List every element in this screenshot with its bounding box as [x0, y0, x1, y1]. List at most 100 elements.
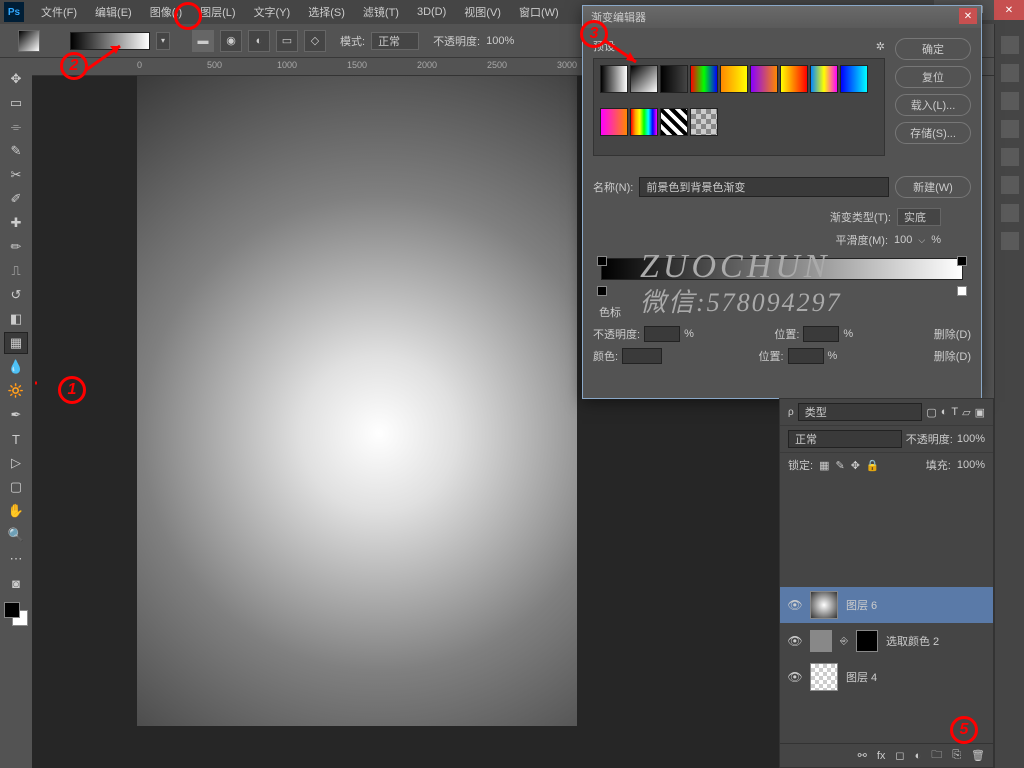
pen-tool[interactable]: ✒: [4, 404, 28, 426]
layer-opacity-value[interactable]: 100%: [957, 433, 985, 445]
layer-row[interactable]: 👁 图层 6: [780, 587, 993, 623]
quick-mask[interactable]: ◙: [4, 572, 28, 594]
stop-color-input[interactable]: [622, 348, 662, 364]
angle-gradient-icon[interactable]: ◐: [248, 30, 270, 52]
preset-swatch[interactable]: [630, 108, 658, 136]
visibility-icon[interactable]: 👁: [788, 634, 802, 648]
marquee-tool[interactable]: ▭: [4, 92, 28, 114]
path-select-tool[interactable]: ▷: [4, 452, 28, 474]
panel-icon[interactable]: [1001, 92, 1019, 110]
stop-position-input[interactable]: [788, 348, 824, 364]
layer-name[interactable]: 图层 4: [846, 669, 877, 685]
rectangle-tool[interactable]: ▢: [4, 476, 28, 498]
move-tool[interactable]: ✥: [4, 68, 28, 90]
stop-opacity-input[interactable]: [644, 326, 680, 342]
preset-swatch[interactable]: [720, 65, 748, 93]
save-button[interactable]: 存储(S)...: [895, 122, 971, 144]
preset-swatch[interactable]: [810, 65, 838, 93]
filter-smart-icon[interactable]: ▣: [975, 406, 985, 419]
close-button[interactable]: ✕: [994, 0, 1024, 20]
layer-thumbnail[interactable]: [810, 663, 838, 691]
gradient-type-select[interactable]: 实底: [897, 208, 941, 226]
zoom-tool[interactable]: 🔍: [4, 524, 28, 546]
color-swatches[interactable]: [4, 602, 28, 626]
adjustment-icon[interactable]: ◐: [915, 750, 922, 762]
color-stop[interactable]: [597, 286, 607, 296]
link-layers-icon[interactable]: ⚯: [858, 749, 867, 762]
fx-icon[interactable]: fx: [877, 750, 886, 762]
menu-window[interactable]: 窗口(W): [510, 4, 568, 20]
gradient-bar-editor[interactable]: [593, 258, 971, 294]
layer-name[interactable]: 图层 6: [846, 597, 877, 613]
layer-thumbnail[interactable]: [810, 591, 838, 619]
menu-filter[interactable]: 滤镜(T): [354, 4, 408, 20]
fill-value[interactable]: 100%: [957, 459, 985, 471]
history-brush-tool[interactable]: ↺: [4, 284, 28, 306]
color-stop[interactable]: [957, 286, 967, 296]
opacity-value[interactable]: 100%: [486, 35, 514, 47]
preset-swatch[interactable]: [750, 65, 778, 93]
layer-filter-select[interactable]: 类型: [798, 403, 923, 421]
dodge-tool[interactable]: 🔆: [4, 380, 28, 402]
presets-menu-icon[interactable]: ✲: [876, 40, 885, 53]
adj-thumbnail[interactable]: [810, 630, 832, 652]
crop-tool[interactable]: ✂: [4, 164, 28, 186]
filter-adj-icon[interactable]: ◐: [941, 406, 948, 418]
tool-indicator[interactable]: [18, 30, 40, 52]
lock-position-icon[interactable]: ✥: [851, 459, 860, 472]
layer-row[interactable]: 👁 ⎆ 选取颜色 2: [780, 623, 993, 659]
panel-icon[interactable]: [1001, 36, 1019, 54]
link-icon[interactable]: ⎆: [840, 636, 848, 647]
gradient-picker-button[interactable]: ▾: [156, 32, 170, 50]
type-tool[interactable]: T: [4, 428, 28, 450]
preset-swatch[interactable]: [630, 65, 658, 93]
preset-swatch[interactable]: [600, 108, 628, 136]
quick-select-tool[interactable]: ✎: [4, 140, 28, 162]
lock-all-icon[interactable]: 🔒: [866, 459, 880, 472]
delete-stop-button[interactable]: 删除(D): [934, 348, 971, 364]
menu-edit[interactable]: 编辑(E): [86, 4, 141, 20]
preset-swatch[interactable]: [780, 65, 808, 93]
blur-tool[interactable]: 💧: [4, 356, 28, 378]
mask-icon[interactable]: ◻: [895, 749, 904, 762]
linear-gradient-icon[interactable]: ▬: [192, 30, 214, 52]
menu-file[interactable]: 文件(F): [32, 4, 86, 20]
menu-view[interactable]: 视图(V): [455, 4, 510, 20]
preset-swatch[interactable]: [600, 65, 628, 93]
visibility-icon[interactable]: 👁: [788, 598, 802, 612]
preset-swatch[interactable]: [690, 108, 718, 136]
eyedropper-tool[interactable]: ✐: [4, 188, 28, 210]
panel-icon[interactable]: [1001, 204, 1019, 222]
filter-type-icon[interactable]: T: [951, 406, 958, 418]
menu-3d[interactable]: 3D(D): [408, 6, 455, 18]
layer-name[interactable]: 选取颜色 2: [886, 633, 939, 649]
hand-tool[interactable]: ✋: [4, 500, 28, 522]
load-button[interactable]: 载入(L)...: [895, 94, 971, 116]
opacity-stop[interactable]: [597, 256, 607, 266]
new-layer-icon[interactable]: ⎘: [952, 749, 961, 762]
edit-toolbar[interactable]: ⋯: [4, 548, 28, 570]
preset-swatch[interactable]: [660, 65, 688, 93]
preset-swatch[interactable]: [840, 65, 868, 93]
gradient-name-input[interactable]: [639, 177, 889, 197]
preset-swatch[interactable]: [660, 108, 688, 136]
diamond-gradient-icon[interactable]: ◇: [304, 30, 326, 52]
eraser-tool[interactable]: ◧: [4, 308, 28, 330]
preset-swatch[interactable]: [690, 65, 718, 93]
delete-stop-button[interactable]: 删除(D): [934, 326, 971, 342]
reflected-gradient-icon[interactable]: ▭: [276, 30, 298, 52]
mask-thumbnail[interactable]: [856, 630, 878, 652]
healing-tool[interactable]: ✚: [4, 212, 28, 234]
panel-icon[interactable]: [1001, 176, 1019, 194]
foreground-color-swatch[interactable]: [4, 602, 20, 618]
radial-gradient-icon[interactable]: ◉: [220, 30, 242, 52]
dialog-titlebar[interactable]: 渐变编辑器 ✕: [583, 6, 981, 28]
layer-blend-select[interactable]: 正常: [788, 430, 902, 448]
panel-icon[interactable]: [1001, 120, 1019, 138]
menu-type[interactable]: 文字(Y): [245, 4, 300, 20]
opacity-stop[interactable]: [957, 256, 967, 266]
group-icon[interactable]: 🗀: [931, 746, 942, 765]
gradient-tool[interactable]: ▦: [4, 332, 28, 354]
gradient-bar[interactable]: [601, 258, 963, 280]
panel-icon[interactable]: [1001, 64, 1019, 82]
